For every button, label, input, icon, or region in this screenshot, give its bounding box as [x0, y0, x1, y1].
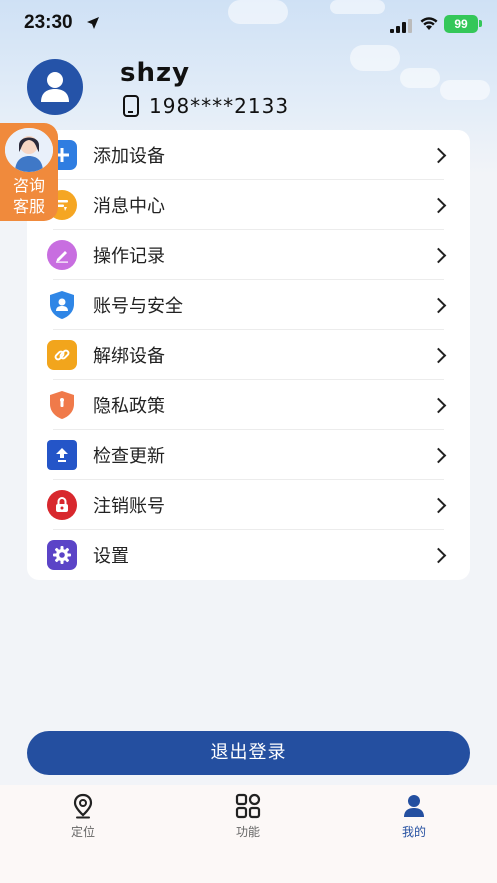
menu-item-add-device[interactable]: 添加设备: [27, 130, 470, 180]
menu-item-label: 检查更新: [93, 446, 165, 467]
chevron-right-icon: [430, 347, 447, 363]
lock-icon: [47, 490, 77, 520]
chevron-right-icon: [430, 397, 447, 413]
tab-location[interactable]: 定位: [43, 793, 123, 840]
menu-item-label: 隐私政策: [93, 396, 165, 417]
avatar[interactable]: [27, 59, 83, 115]
update-arrow-icon: [47, 440, 77, 470]
shield-user-icon: [47, 290, 77, 320]
phone-number: 198****2133: [149, 94, 290, 118]
phone-row: 198****2133: [123, 94, 289, 118]
gear-icon: [47, 540, 77, 570]
menu-item-label: 解绑设备: [93, 346, 165, 367]
menu-item-message-center[interactable]: 消息中心: [27, 180, 470, 230]
menu-item-label: 账号与安全: [93, 296, 183, 317]
chevron-right-icon: [430, 247, 447, 263]
privacy-shield-icon: [47, 390, 77, 420]
menu-card: 添加设备 消息中心 操作记录 账号与安全 解绑设备 隐私政策 检查更新 注销账号…: [27, 130, 470, 580]
chevron-right-icon: [430, 447, 447, 463]
tab-mine[interactable]: 我的: [374, 793, 454, 840]
menu-item-label: 消息中心: [93, 196, 165, 217]
menu-item-delete-account[interactable]: 注销账号: [27, 480, 470, 530]
tab-label: 功能: [235, 825, 260, 839]
tab-label: 定位: [70, 825, 95, 839]
menu-item-privacy-policy[interactable]: 隐私政策: [27, 380, 470, 430]
status-bar: 23:30 99: [0, 0, 497, 50]
link-icon: [47, 340, 77, 370]
customer-service-label: 咨询 客服: [0, 175, 58, 217]
menu-item-label: 操作记录: [93, 246, 165, 267]
chevron-right-icon: [430, 547, 447, 563]
menu-item-unbind-device[interactable]: 解绑设备: [27, 330, 470, 380]
pencil-icon: [47, 240, 77, 270]
cellular-signal-icon: [390, 18, 412, 37]
support-agent-avatar-icon: [5, 128, 53, 172]
chevron-right-icon: [430, 497, 447, 513]
tab-features[interactable]: 功能: [208, 793, 288, 840]
support-label-line: 咨询 客服: [12, 176, 45, 216]
battery-tip: [479, 20, 482, 27]
menu-item-account-security[interactable]: 账号与安全: [27, 280, 470, 330]
chevron-right-icon: [430, 197, 447, 213]
username: shzy: [120, 58, 191, 88]
menu-item-label: 注销账号: [93, 496, 165, 517]
location-arrow-icon: [86, 15, 100, 34]
chevron-right-icon: [430, 147, 447, 163]
menu-item-label: 设置: [93, 546, 129, 567]
menu-item-settings[interactable]: 设置: [27, 530, 470, 580]
menu-item-check-update[interactable]: 检查更新: [27, 430, 470, 480]
tab-bar: 定位 功能 我的: [0, 785, 497, 883]
location-pin-icon: [43, 793, 123, 819]
customer-service-button[interactable]: 咨询 客服: [0, 123, 58, 221]
tab-label: 我的: [401, 825, 426, 839]
menu-item-label: 添加设备: [93, 146, 165, 167]
wifi-icon: [419, 15, 439, 35]
menu-item-operation-log[interactable]: 操作记录: [27, 230, 470, 280]
logout-button[interactable]: 退出登录: [27, 731, 470, 775]
battery-indicator: 99: [444, 15, 478, 33]
person-icon: [41, 72, 69, 102]
status-time: 23:30: [24, 12, 73, 33]
person-icon: [374, 793, 454, 819]
grid-icon: [208, 793, 288, 819]
phone-icon: [123, 95, 139, 117]
chevron-right-icon: [430, 297, 447, 313]
